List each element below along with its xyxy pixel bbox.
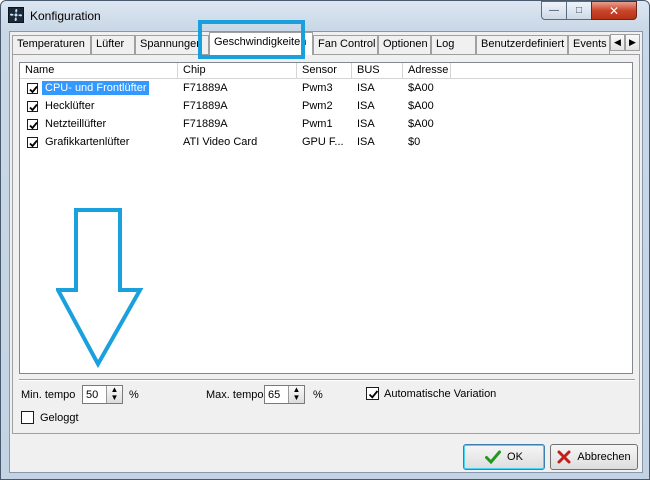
tab-fan-control[interactable]: Fan Control [313,35,378,54]
auto-variation-label[interactable]: Automatische Variation [384,388,496,400]
column-header-sensor[interactable]: Sensor [297,63,352,79]
chevron-left-icon: ◀ [614,37,621,47]
cell-sensor: Pwm1 [302,118,333,130]
checkmark-icon [29,85,38,94]
logged-label[interactable]: Geloggt [40,412,79,424]
tab-scroll-left-button[interactable]: ◀ [610,34,625,51]
min-tempo-unit: % [129,389,139,401]
tab-log[interactable]: Log [431,35,476,54]
table-row[interactable]: Hecklüfter F71889A Pwm2 ISA $A00 [20,98,632,116]
min-tempo-label: Min. tempo [21,389,76,401]
tab-benutzerdefiniert[interactable]: Benutzerdefiniert [476,35,568,54]
tab-optionen[interactable]: Optionen [378,35,431,54]
maximize-icon: □ [575,5,583,16]
tab-temperaturen[interactable]: Temperaturen [12,35,91,54]
cell-chip: ATI Video Card [183,136,258,148]
down-arrow-annotation [56,208,144,368]
minimize-button[interactable]: — [541,1,567,20]
max-tempo-label: Max. tempo [206,389,264,401]
column-header-adresse[interactable]: Adresse [403,63,451,79]
spin-down-icon[interactable]: ▼ [111,393,119,402]
max-tempo-input[interactable] [266,387,288,402]
checkmark-icon [29,121,38,130]
cell-adresse: $A00 [408,118,434,130]
table-row[interactable]: Grafikkartenlüfter ATI Video Card GPU F.… [20,134,632,152]
cell-adresse: $A00 [408,100,434,112]
cell-name: Netzteillüfter [45,118,107,130]
cell-bus: ISA [357,136,375,148]
row-checkbox[interactable] [27,83,38,94]
cell-bus: ISA [357,82,375,94]
cross-icon [557,450,571,464]
tab-luefter[interactable]: Lüfter [91,35,135,54]
tab-scroll-right-button[interactable]: ▶ [625,34,640,51]
close-button[interactable]: ✕ [591,1,637,20]
chevron-right-icon: ▶ [629,37,636,47]
cell-adresse: $A00 [408,82,434,94]
max-tempo-spin-buttons[interactable]: ▲ ▼ [288,386,304,403]
cell-sensor: Pwm3 [302,82,333,94]
cell-sensor: GPU F... [302,136,344,148]
cell-sensor: Pwm2 [302,100,333,112]
tab-strip: Temperaturen Lüfter Spannungen Geschwind… [12,32,640,55]
cell-chip: F71889A [183,82,228,94]
spin-down-icon[interactable]: ▼ [293,393,301,402]
cancel-button[interactable]: Abbrechen [550,444,638,470]
table-row[interactable]: CPU- und Frontlüfter F71889A Pwm3 ISA $A… [20,80,632,98]
table-row[interactable]: Netzteillüfter F71889A Pwm1 ISA $A00 [20,116,632,134]
cell-bus: ISA [357,100,375,112]
max-tempo-unit: % [313,389,323,401]
checkmark-icon [368,390,379,399]
row-checkbox[interactable] [27,119,38,130]
cell-adresse: $0 [408,136,421,148]
panel-divider [19,379,635,381]
tab-events[interactable]: Events [568,35,610,54]
auto-variation-checkbox[interactable] [366,387,379,400]
column-header-name[interactable]: Name [20,63,178,79]
cancel-label: Abbrechen [577,451,631,463]
maximize-button[interactable]: □ [566,1,592,20]
cell-chip: F71889A [183,100,228,112]
window-title: Konfiguration [30,9,101,23]
min-tempo-spinner[interactable]: ▲▼ [82,385,123,404]
checkmark-icon [29,139,38,148]
cell-bus: ISA [357,118,375,130]
ok-label: OK [507,451,523,463]
max-tempo-spinner[interactable]: ▲▼ [264,385,305,404]
minimize-icon: — [549,5,559,16]
close-icon: ✕ [608,3,620,18]
list-header: Name Chip Sensor BUS Adresse [20,63,632,79]
tab-highlight-annotation [198,20,305,59]
cell-name: Grafikkartenlüfter [45,136,130,148]
min-tempo-input[interactable] [84,387,106,402]
column-header-chip[interactable]: Chip [178,63,297,79]
row-checkbox[interactable] [27,137,38,148]
checkmark-icon [485,450,502,464]
column-header-bus[interactable]: BUS [352,63,403,79]
min-tempo-spin-buttons[interactable]: ▲ ▼ [106,386,122,403]
fan-app-icon [8,7,24,23]
ok-button[interactable]: OK [463,444,545,470]
cell-name[interactable]: CPU- und Frontlüfter [40,80,151,96]
cell-chip: F71889A [183,118,228,130]
title-bar[interactable]: Konfiguration — □ ✕ [1,1,649,31]
row-checkbox[interactable] [27,101,38,112]
checkmark-icon [29,103,38,112]
logged-checkbox[interactable] [21,411,34,424]
cell-name: Hecklüfter [45,100,95,112]
